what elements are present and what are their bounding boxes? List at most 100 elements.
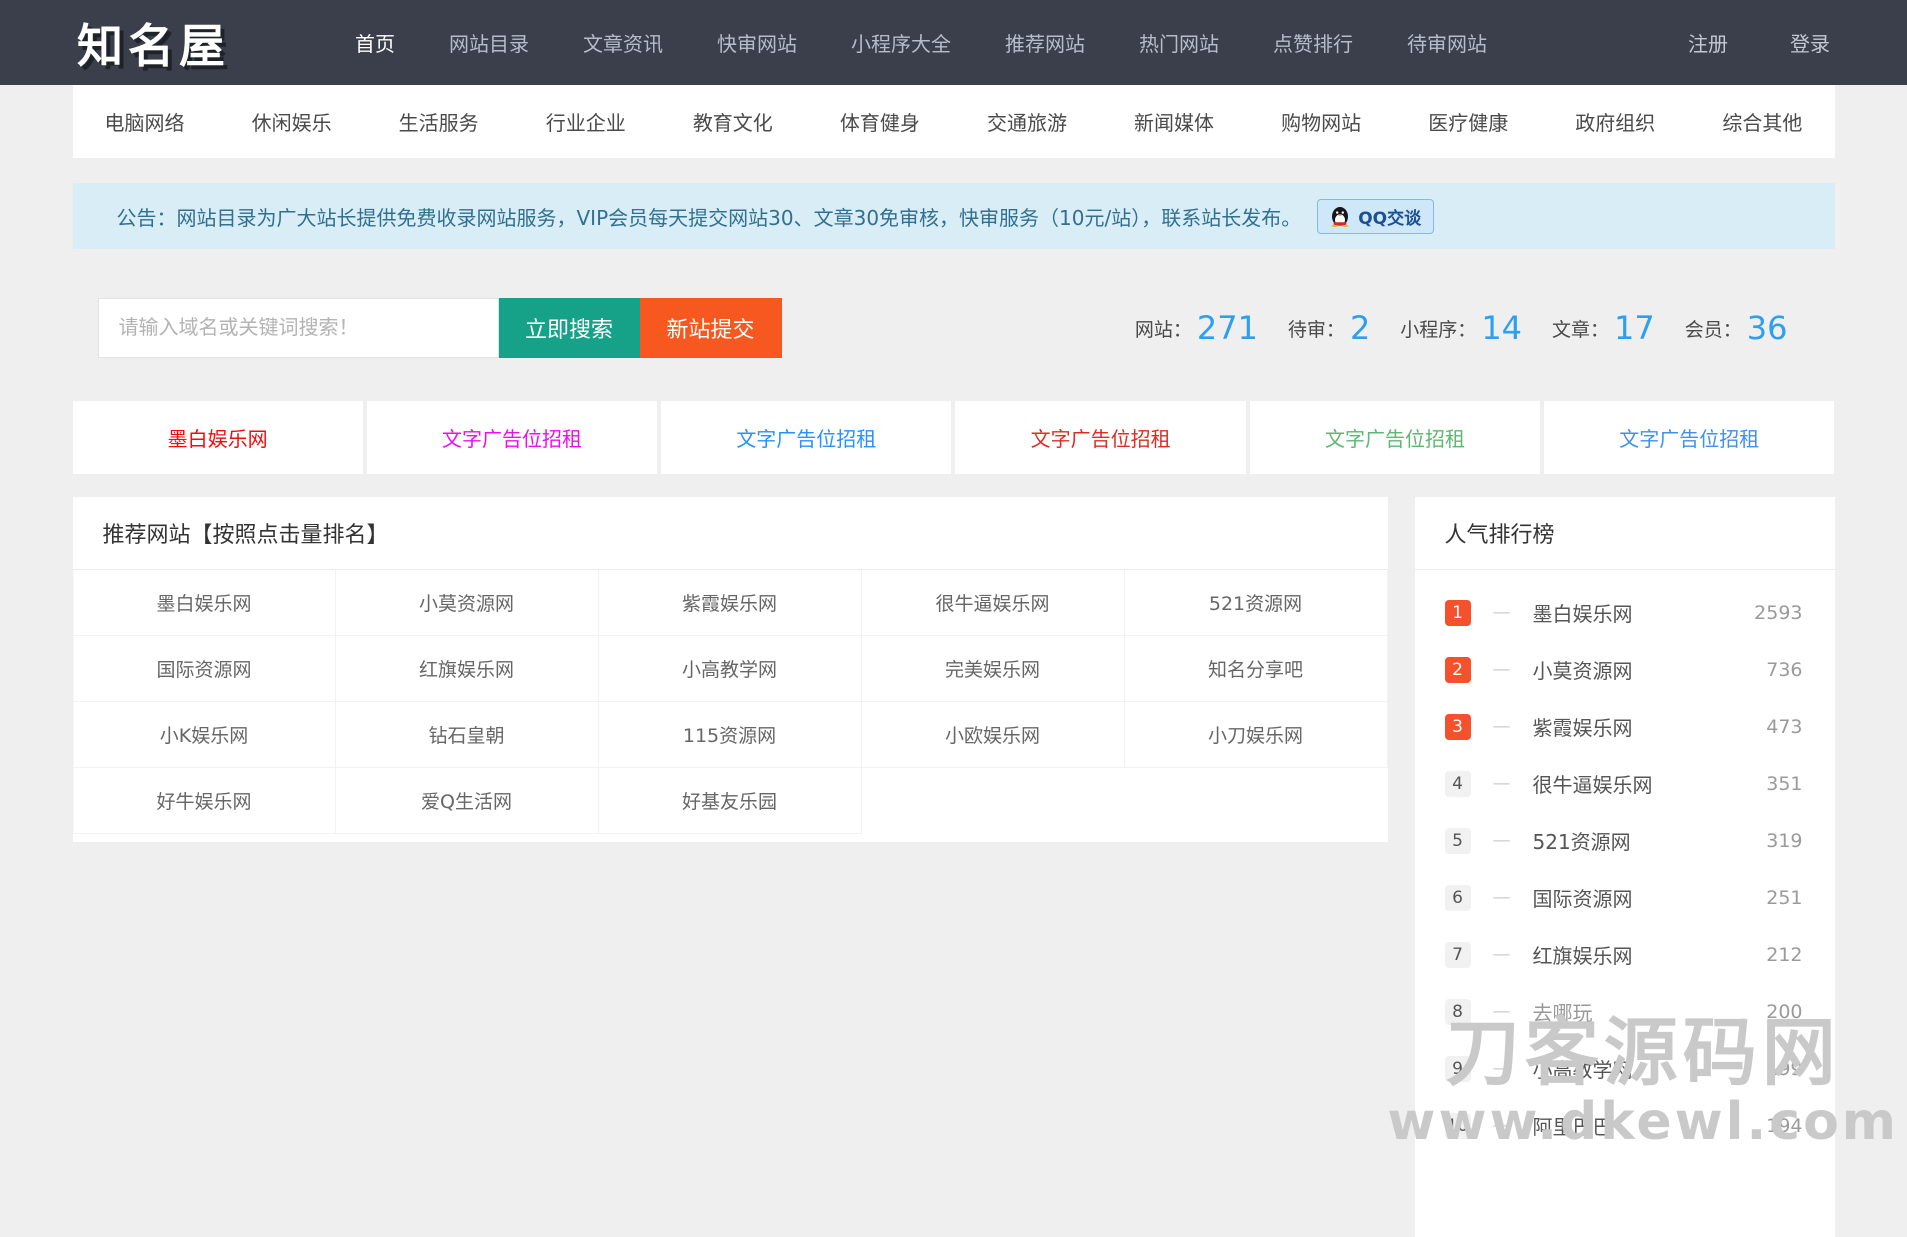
ranking-row[interactable]: 10 — 阿里巴巴 194 [1415,1097,1835,1154]
nav-item-articles[interactable]: 文章资讯 [583,28,663,57]
trend-dash-icon: — [1493,602,1511,623]
submit-site-button[interactable]: 新站提交 [640,298,782,358]
recommended-site[interactable]: 完美娱乐网 [862,636,1125,702]
ranking-row[interactable]: 9 — 小高教学网 199 [1415,1040,1835,1097]
ranked-site-name: 紫霞娱乐网 [1533,712,1633,741]
category-shopping[interactable]: 购物网站 [1281,107,1361,136]
rank-badge: 1 [1445,600,1471,626]
trend-dash-icon: — [1493,887,1511,908]
recommended-site[interactable]: 小K娱乐网 [73,702,336,768]
ranked-site-name: 国际资源网 [1533,883,1633,912]
ranked-site-name: 阿里巴巴 [1533,1111,1613,1140]
rank-badge: 9 [1445,1056,1471,1082]
login-link[interactable]: 登录 [1790,28,1830,57]
ranking-row[interactable]: 8 — 去哪玩 200 [1415,983,1835,1040]
grid-empty-cell [1125,768,1388,834]
recommended-site[interactable]: 国际资源网 [73,636,336,702]
recommended-site[interactable]: 小莫资源网 [336,570,599,636]
ranking-row[interactable]: 4 — 很牛逼娱乐网 351 [1415,755,1835,812]
grid-empty-cell [862,768,1125,834]
category-government[interactable]: 政府组织 [1575,107,1655,136]
stat-members: 会员： 36 [1685,309,1788,347]
announcement-text: 公告：网站目录为广大站长提供免费收录网站服务，VIP会员每天提交网站30、文章3… [117,202,1302,231]
category-computer-network[interactable]: 电脑网络 [105,107,185,136]
recommended-site[interactable]: 紫霞娱乐网 [599,570,862,636]
recommended-site[interactable]: 墨白娱乐网 [73,570,336,636]
ranked-site-name: 小莫资源网 [1533,655,1633,684]
nav-item-pending[interactable]: 待审网站 [1407,28,1487,57]
ranked-site-count: 2593 [1754,602,1802,624]
ranked-site-count: 319 [1766,830,1802,852]
rank-badge: 4 [1445,771,1471,797]
search-input[interactable] [98,298,499,358]
rank-badge: 7 [1445,942,1471,968]
recommended-title: 推荐网站【按照点击量排名】 [73,497,1388,570]
nav-item-recommended[interactable]: 推荐网站 [1005,28,1085,57]
ranking-row[interactable]: 5 — 521资源网 319 [1415,812,1835,869]
nav-item-likes-rank[interactable]: 点赞排行 [1273,28,1353,57]
nav-item-hot[interactable]: 热门网站 [1139,28,1219,57]
ranking-row[interactable]: 1 — 墨白娱乐网 2593 [1415,584,1835,641]
ad-slot-1[interactable]: 墨白娱乐网 [73,401,363,474]
recommended-site[interactable]: 小高教学网 [599,636,862,702]
recommended-site[interactable]: 爱Q生活网 [336,768,599,834]
ranked-site-count: 200 [1766,1001,1802,1023]
ad-slot-3[interactable]: 文字广告位招租 [661,401,951,474]
rank-badge: 3 [1445,714,1471,740]
recommended-site[interactable]: 115资源网 [599,702,862,768]
trend-dash-icon: — [1493,659,1511,680]
ad-slot-4[interactable]: 文字广告位招租 [955,401,1245,474]
recommended-site[interactable]: 很牛逼娱乐网 [862,570,1125,636]
rank-badge: 8 [1445,999,1471,1025]
trend-dash-icon: — [1493,773,1511,794]
ranking-panel: 人气排行榜 1 — 墨白娱乐网 2593 2 — 小莫资源网 736 3 — [1415,497,1835,1237]
ad-slot-5[interactable]: 文字广告位招租 [1250,401,1540,474]
recommended-site[interactable]: 好牛娱乐网 [73,768,336,834]
ad-slot-2[interactable]: 文字广告位招租 [367,401,657,474]
category-education[interactable]: 教育文化 [693,107,773,136]
recommended-site[interactable]: 521资源网 [1125,570,1388,636]
category-other[interactable]: 综合其他 [1722,107,1802,136]
category-travel[interactable]: 交通旅游 [987,107,1067,136]
category-life-services[interactable]: 生活服务 [399,107,479,136]
qq-chat-button[interactable]: QQ交谈 [1317,199,1434,234]
register-link[interactable]: 注册 [1688,28,1728,57]
recommended-site[interactable]: 好基友乐园 [599,768,862,834]
category-sports[interactable]: 体育健身 [840,107,920,136]
nav-item-fast-review[interactable]: 快审网站 [717,28,797,57]
recommended-site[interactable]: 小欧娱乐网 [862,702,1125,768]
recommended-grid: 墨白娱乐网 小莫资源网 紫霞娱乐网 很牛逼娱乐网 521资源网 国际资源网 红旗… [73,570,1388,834]
trend-dash-icon: — [1493,830,1511,851]
ranked-site-count: 351 [1766,773,1802,795]
ad-slot-6[interactable]: 文字广告位招租 [1544,401,1834,474]
ranked-site-count: 736 [1766,659,1802,681]
recommended-site[interactable]: 知名分享吧 [1125,636,1388,702]
nav-item-directory[interactable]: 网站目录 [449,28,529,57]
stat-mini-programs: 小程序： 14 [1400,309,1522,347]
category-leisure[interactable]: 休闲娱乐 [252,107,332,136]
recommended-site[interactable]: 小刀娱乐网 [1125,702,1388,768]
nav-item-mini-programs[interactable]: 小程序大全 [851,28,951,57]
nav-item-home[interactable]: 首页 [355,28,395,57]
category-news-media[interactable]: 新闻媒体 [1134,107,1214,136]
grid-row: 国际资源网 红旗娱乐网 小高教学网 完美娱乐网 知名分享吧 [73,636,1388,702]
search-button[interactable]: 立即搜索 [499,298,640,358]
site-logo[interactable]: 知名屋 [77,10,230,76]
recommended-site[interactable]: 红旗娱乐网 [336,636,599,702]
rank-badge: 5 [1445,828,1471,854]
recommended-site[interactable]: 钻石皇朝 [336,702,599,768]
ranking-row[interactable]: 6 — 国际资源网 251 [1415,869,1835,926]
category-nav: 电脑网络 休闲娱乐 生活服务 行业企业 教育文化 体育健身 交通旅游 新闻媒体 … [73,85,1835,158]
ranked-site-name: 小高教学网 [1533,1054,1633,1083]
trend-dash-icon: — [1493,716,1511,737]
ranked-site-name: 墨白娱乐网 [1533,598,1633,627]
ranking-row[interactable]: 7 — 红旗娱乐网 212 [1415,926,1835,983]
ranking-row[interactable]: 3 — 紫霞娱乐网 473 [1415,698,1835,755]
ranking-row[interactable]: 2 — 小莫资源网 736 [1415,641,1835,698]
category-industry[interactable]: 行业企业 [546,107,626,136]
grid-row: 小K娱乐网 钻石皇朝 115资源网 小欧娱乐网 小刀娱乐网 [73,702,1388,768]
rank-badge: 10 [1445,1113,1471,1139]
category-health[interactable]: 医疗健康 [1428,107,1508,136]
grid-row: 好牛娱乐网 爱Q生活网 好基友乐园 [73,768,1388,834]
ranked-site-name: 红旗娱乐网 [1533,940,1633,969]
